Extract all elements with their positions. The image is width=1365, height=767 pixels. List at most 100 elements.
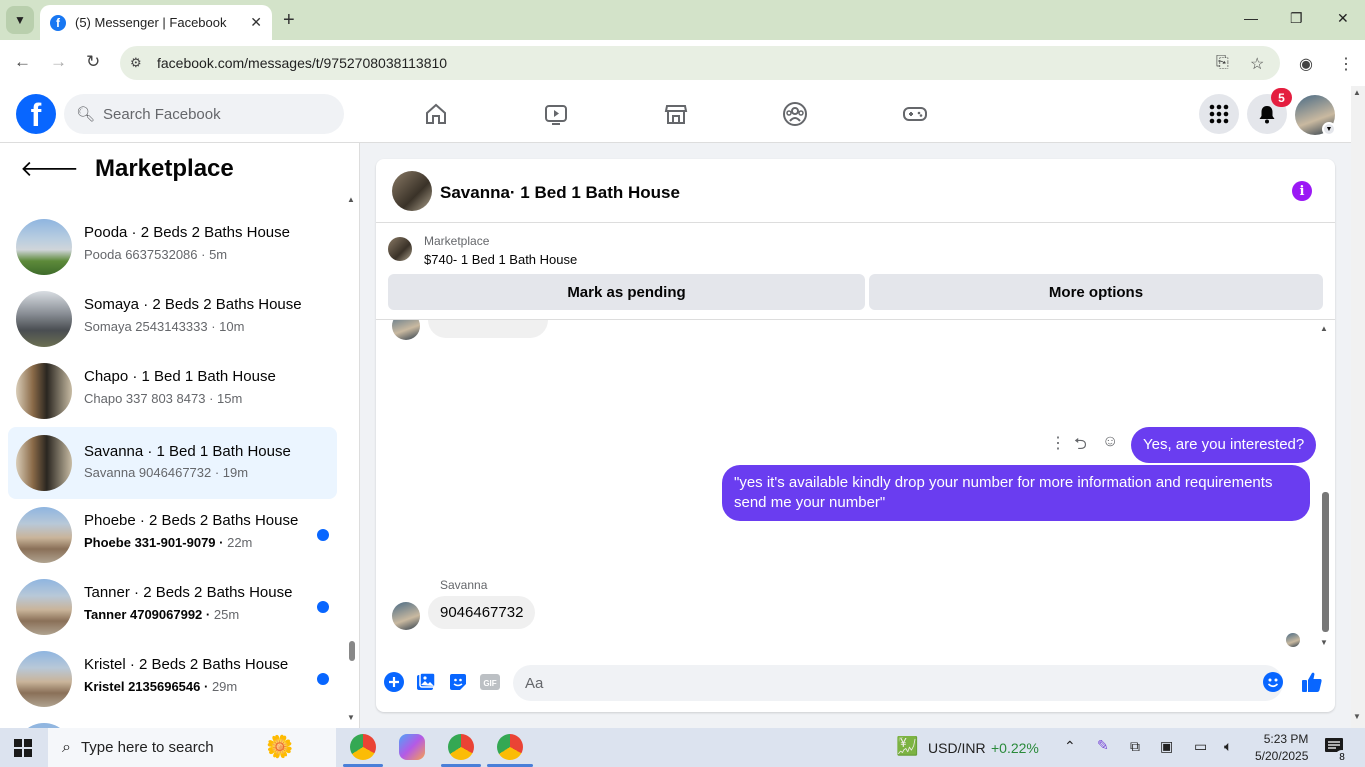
thread-scrollbar[interactable] <box>1322 492 1329 632</box>
tab-search-chevron-icon[interactable]: ▼ <box>6 6 34 34</box>
stock-icon: 💹 <box>896 736 919 756</box>
chrome-app-icon-active[interactable] <box>497 734 523 760</box>
home-icon[interactable] <box>422 100 450 128</box>
marketplace-icon[interactable] <box>662 100 690 128</box>
thread-scroll-down-icon[interactable]: ▼ <box>1320 638 1328 647</box>
address-bar[interactable]: ⚙ facebook.com/messages/t/97527080381138… <box>120 46 1280 80</box>
unread-dot-icon <box>317 529 329 541</box>
composer: GIF <box>376 657 1335 712</box>
forward-icon[interactable]: → <box>50 52 67 72</box>
ticker-change[interactable]: +0.22% <box>991 740 1039 756</box>
facebook-logo-icon[interactable]: f <box>16 94 56 134</box>
conversation-snippet: Somaya 2543143333 · 10m <box>84 319 245 334</box>
react-emoji-icon[interactable]: ☺ <box>1102 433 1118 451</box>
clock-time: 5:23 PM <box>1263 732 1309 746</box>
profile-icon[interactable]: ◉ <box>1299 54 1313 74</box>
facebook-header: f 🔍︎ 5 ▼ <box>0 86 1351 143</box>
list-item[interactable]: Somaya · 2 Beds 2 Baths House Somaya 254… <box>8 287 337 351</box>
bookmark-star-icon[interactable]: ☆ <box>1250 54 1264 74</box>
list-item[interactable]: Chapo · 1 Bed 1 Bath House Chapo 337 803… <box>8 359 337 423</box>
reply-icon[interactable]: ⮌ <box>1074 433 1087 460</box>
volume-icon[interactable]: 🔈︎ <box>1224 738 1232 755</box>
display-icon[interactable]: ▭ <box>1194 738 1207 755</box>
search-input[interactable] <box>103 105 324 123</box>
windows-start-icon[interactable] <box>14 739 32 762</box>
window-close-icon[interactable]: ✕ <box>1337 10 1349 27</box>
sticker-icon[interactable] <box>447 671 469 693</box>
listing-thumbnail <box>16 219 72 275</box>
back-arrow-icon[interactable]: 🡐 <box>20 156 79 182</box>
network-device-icon[interactable]: ▣ <box>1160 738 1173 755</box>
taskbar: ⌕ Type here to search 🌼 💹 USD/INR +0.22%… <box>0 728 1365 767</box>
photo-icon[interactable] <box>415 671 437 693</box>
info-icon[interactable]: i <box>1292 181 1312 201</box>
list-item[interactable]: Phoebe · 2 Beds 2 Baths House Phoebe 331… <box>8 503 337 567</box>
install-app-icon[interactable]: ⎘ <box>1216 54 1229 72</box>
tab-title: (5) Messenger | Facebook <box>75 15 227 30</box>
message-bubble-outgoing[interactable]: "yes it's available kindly drop your num… <box>722 465 1310 521</box>
minimize-icon[interactable]: — <box>1244 10 1258 26</box>
gif-icon[interactable]: GIF <box>479 671 501 693</box>
thread-scroll-up-icon[interactable]: ▲ <box>1320 324 1328 333</box>
ticker-symbol[interactable]: USD/INR <box>928 740 986 756</box>
sender-avatar[interactable] <box>392 602 420 630</box>
message-bubble-incoming[interactable]: 9046467732 <box>428 596 536 629</box>
back-icon[interactable]: ← <box>14 52 31 72</box>
taskbar-search[interactable]: ⌕ Type here to search 🌼 <box>48 728 336 767</box>
emoji-icon[interactable] <box>1262 671 1284 693</box>
add-more-icon[interactable] <box>383 671 405 693</box>
video-icon[interactable] <box>542 100 570 128</box>
browser-toolbar: ← → ↻ ⚙ facebook.com/messages/t/97527080… <box>0 40 1365 86</box>
taskbar-search-placeholder: Type here to search <box>80 739 214 756</box>
tray-overflow-icon[interactable]: ⌃ <box>1064 738 1076 755</box>
list-item[interactable]: Tanner · 2 Beds 2 Baths House Tanner 470… <box>8 575 337 639</box>
meet-icon[interactable]: ⧉ <box>1130 738 1140 755</box>
listing-avatar <box>388 237 412 261</box>
site-info-icon[interactable]: ⚙ <box>130 55 142 71</box>
like-thumb-icon[interactable] <box>1301 671 1323 693</box>
scroll-down-icon[interactable]: ▼ <box>347 713 355 722</box>
message-input[interactable] <box>513 665 1283 701</box>
chat-title[interactable]: Savanna· 1 Bed 1 Bath House <box>440 183 680 203</box>
reload-icon[interactable]: ↻ <box>86 52 100 72</box>
menu-grid-icon[interactable] <box>1199 94 1239 134</box>
system-clock[interactable]: 5:23 PM 5/20/2025 <box>1255 731 1308 765</box>
browser-tab-active[interactable]: f (5) Messenger | Facebook ✕ <box>40 5 272 40</box>
chat-avatar[interactable] <box>392 171 432 211</box>
facebook-search[interactable]: 🔍︎ <box>64 94 344 134</box>
page-scrollbar[interactable]: ▲ ▼ <box>1351 86 1365 728</box>
groups-icon[interactable] <box>781 100 809 128</box>
list-item-active[interactable]: Savanna · 1 Bed 1 Bath House Savanna 904… <box>8 427 337 499</box>
page-title: Marketplace <box>95 155 234 182</box>
mark-pending-button[interactable]: Mark as pending <box>388 274 865 310</box>
tab-close-icon[interactable]: ✕ <box>250 14 262 31</box>
url-text[interactable]: facebook.com/messages/t/9752708038113810 <box>157 55 447 71</box>
chrome-app-icon[interactable] <box>448 734 474 760</box>
marketplace-sidebar: Pooda · 2 Beds 2 Baths House Pooda 66375… <box>0 143 360 728</box>
sidebar-header: 🡐 Marketplace <box>20 155 234 183</box>
listing-title[interactable]: $740- 1 Bed 1 Bath House <box>424 252 577 267</box>
message-bubble-outgoing[interactable]: Yes, are you interested? <box>1131 427 1317 463</box>
restore-icon[interactable]: ❐ <box>1290 10 1303 27</box>
clock-date: 5/20/2025 <box>1255 749 1309 763</box>
list-item[interactable]: Kristel · 2 Beds 2 Baths House Kristel 2… <box>8 647 337 711</box>
chat-header: Savanna· 1 Bed 1 Bath House i <box>376 159 1335 223</box>
conversation-snippet: Pooda 6637532086 · 5m <box>84 247 228 262</box>
more-options-button[interactable]: More options <box>869 274 1323 310</box>
conversation-snippet: Tanner 4709067992 · 25m <box>84 607 240 622</box>
page-scroll-up-icon[interactable]: ▲ <box>1353 88 1361 97</box>
list-item[interactable]: Pooda · 2 Beds 2 Baths House Pooda 66375… <box>8 215 337 279</box>
scroll-up-icon[interactable]: ▲ <box>347 195 355 204</box>
list-item-partial[interactable] <box>8 719 337 728</box>
chrome-app-icon[interactable] <box>350 734 376 760</box>
gaming-icon[interactable] <box>901 100 929 128</box>
account-chevron-icon[interactable]: ▼ <box>1322 122 1336 136</box>
new-tab-icon[interactable]: + <box>283 9 295 32</box>
sidebar-scrollbar[interactable] <box>349 641 355 661</box>
listing-thumbnail <box>16 435 72 491</box>
browser-menu-icon[interactable]: ⋮ <box>1338 54 1354 74</box>
more-actions-icon[interactable]: ⋮ <box>1050 433 1066 453</box>
copilot-app-icon[interactable] <box>399 734 425 760</box>
pen-icon[interactable]: ✎ <box>1097 737 1109 754</box>
page-scroll-down-icon[interactable]: ▼ <box>1353 712 1361 721</box>
